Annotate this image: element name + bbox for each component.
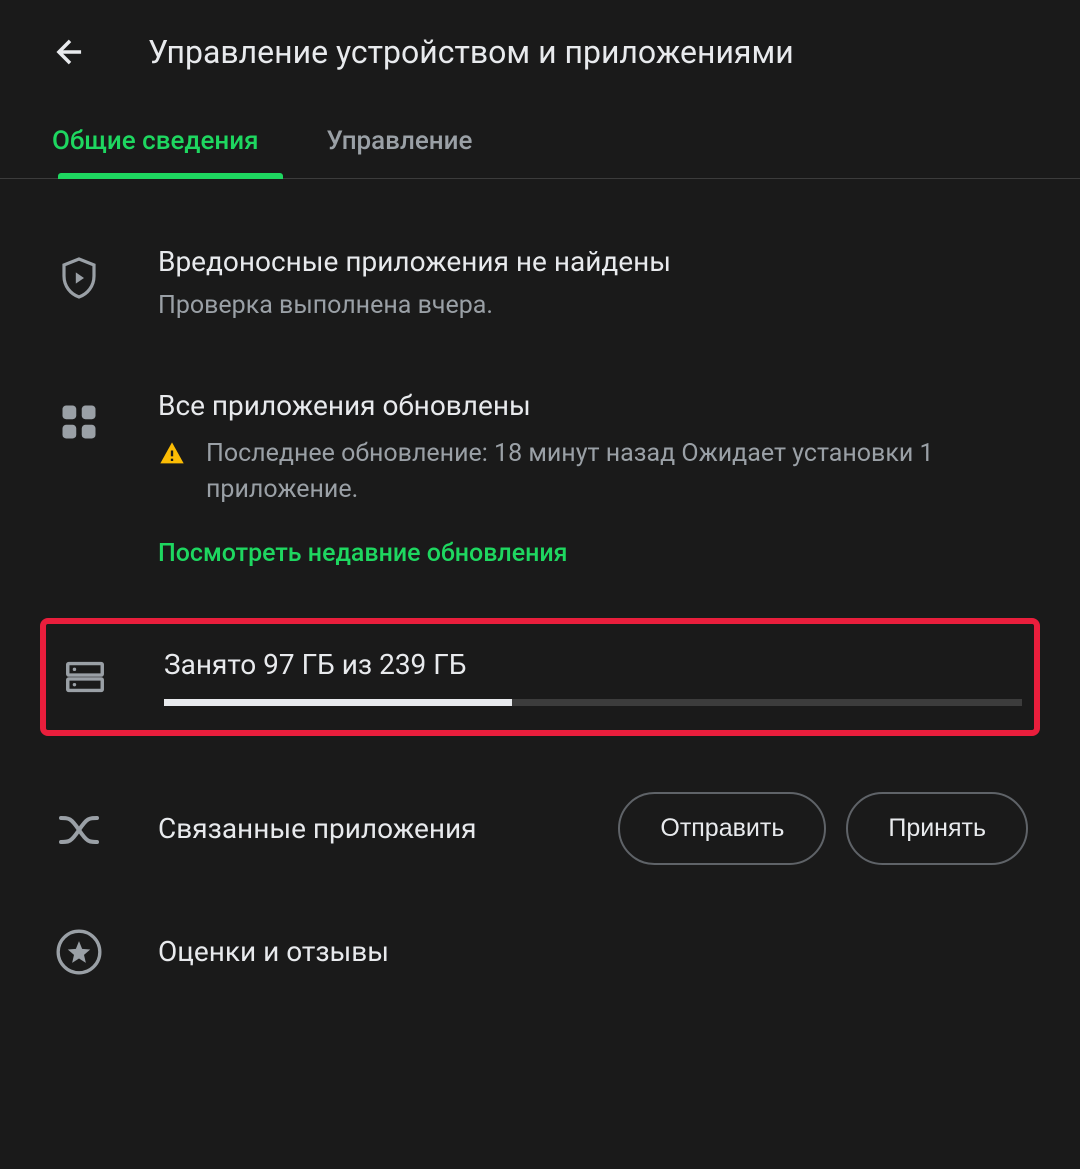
page-title: Управление устройством и приложениями — [148, 33, 794, 71]
storage-icon — [58, 650, 112, 704]
send-button[interactable]: Отправить — [618, 792, 826, 865]
play-protect-row[interactable]: Вредоносные приложения не найдены Провер… — [0, 245, 1080, 323]
storage-progress-track — [164, 699, 1022, 706]
storage-title: Занято 97 ГБ из 239 ГБ — [164, 648, 1022, 681]
tab-overview[interactable]: Общие сведения — [52, 104, 277, 178]
recent-updates-link[interactable]: Посмотреть недавние обновления — [158, 539, 568, 568]
tab-label: Управление — [327, 126, 473, 156]
warning-icon — [158, 440, 186, 468]
tab-manage[interactable]: Управление — [327, 104, 491, 178]
reviews-row[interactable]: Оценки и отзывы — [0, 925, 1080, 979]
updates-title: Все приложения обновлены — [158, 389, 1028, 422]
storage-row[interactable]: Занято 97 ГБ из 239 ГБ — [58, 648, 1022, 706]
updates-detail: Последнее обновление: 18 минут назад Ожи… — [158, 436, 1028, 509]
linked-apps-actions: Отправить Принять — [618, 792, 1028, 865]
play-protect-body: Вредоносные приложения не найдены Провер… — [158, 245, 1028, 323]
linked-apps-title: Связанные приложения — [158, 812, 618, 845]
storage-row-highlight: Занято 97 ГБ из 239 ГБ — [40, 618, 1040, 736]
shield-play-icon — [52, 251, 106, 305]
reviews-title: Оценки и отзывы — [158, 935, 389, 968]
back-icon[interactable] — [50, 32, 90, 72]
content: Вредоносные приложения не найдены Провер… — [0, 179, 1080, 979]
tab-label: Общие сведения — [52, 126, 259, 156]
apps-grid-icon — [52, 395, 106, 449]
tabs: Общие сведения Управление — [0, 104, 1080, 179]
receive-button[interactable]: Принять — [846, 792, 1028, 865]
app-header: Управление устройством и приложениями — [0, 0, 1080, 104]
updates-row[interactable]: Все приложения обновлены Последнее обнов… — [0, 389, 1080, 568]
updates-detail-text: Последнее обновление: 18 минут назад Ожи… — [206, 436, 1028, 509]
updates-body: Все приложения обновлены Последнее обнов… — [158, 389, 1028, 568]
shuffle-icon — [52, 801, 106, 855]
storage-progress-fill — [164, 699, 512, 706]
play-protect-title: Вредоносные приложения не найдены — [158, 245, 1028, 278]
star-circle-icon — [52, 925, 106, 979]
linked-apps-row: Связанные приложения Отправить Принять — [0, 792, 1080, 865]
play-protect-subtitle: Проверка выполнена вчера. — [158, 288, 1028, 323]
storage-body: Занято 97 ГБ из 239 ГБ — [164, 648, 1022, 706]
